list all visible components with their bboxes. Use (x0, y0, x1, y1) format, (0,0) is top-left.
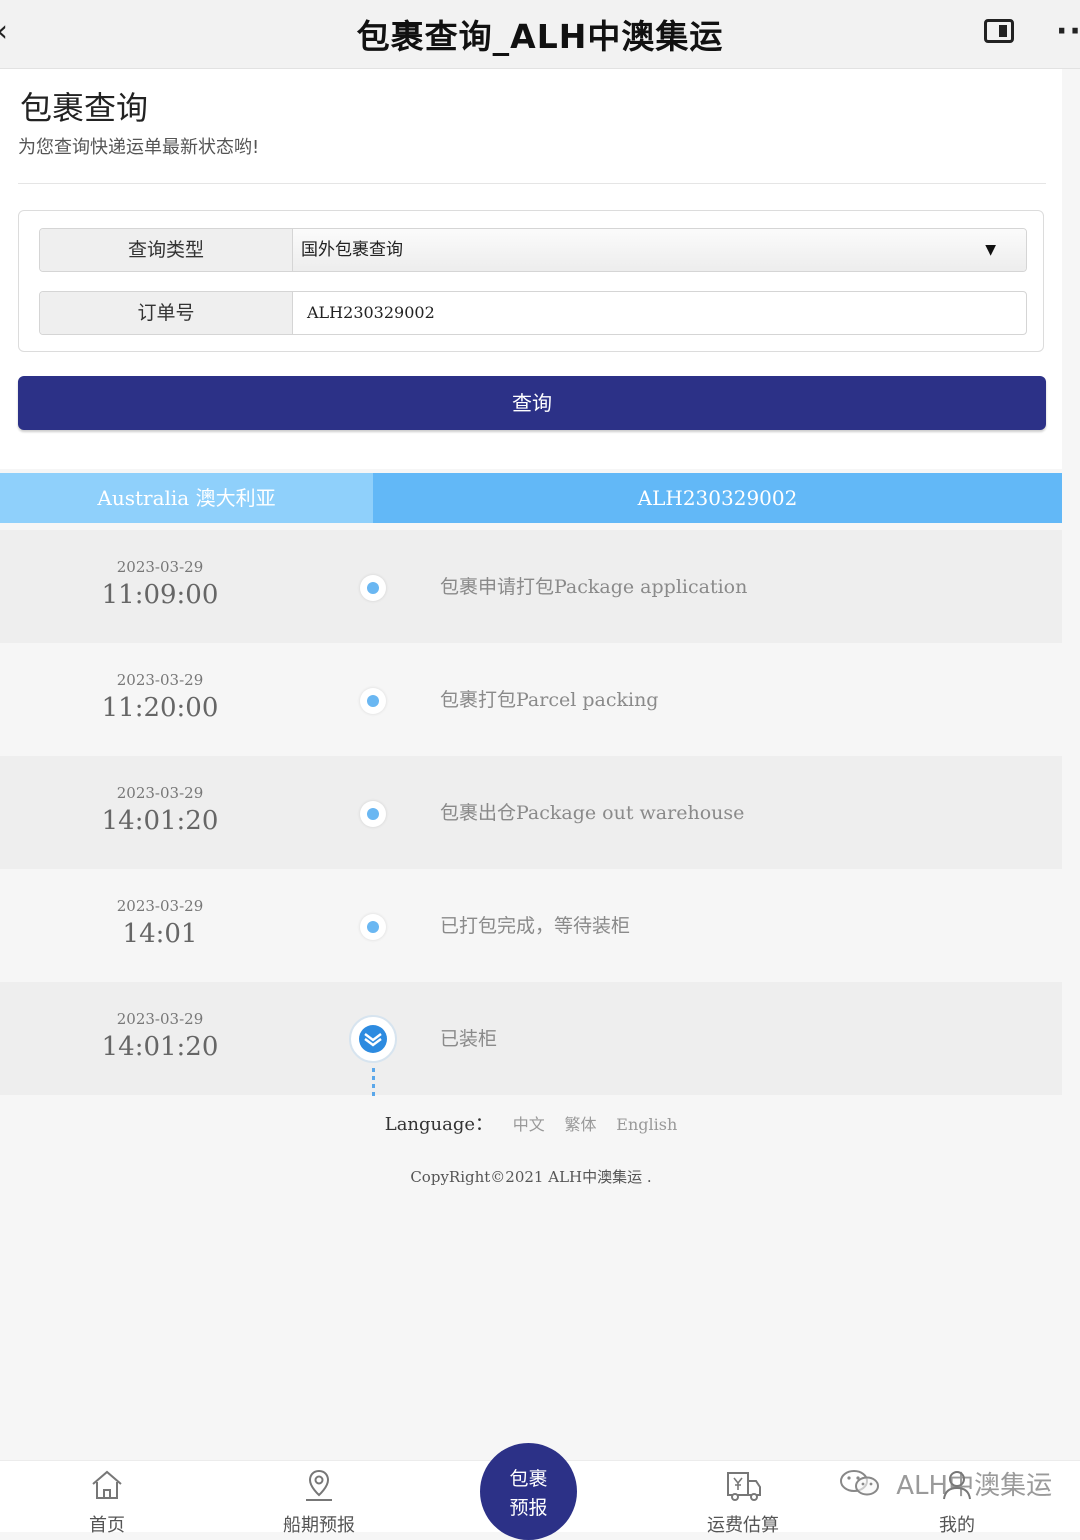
event-description: 包裹申请打包Package application (440, 576, 748, 598)
parcel-forecast-button[interactable]: 包裹 预报 (480, 1443, 577, 1540)
tab-freight[interactable]: 运费估算 (663, 1461, 823, 1536)
event-description: 已装柜 (440, 1028, 498, 1050)
event-time: 11:09:00 (101, 580, 219, 610)
dropdown-caret-icon: ▼ (985, 242, 996, 258)
timeline-event-latest: 2023-03-29 14:01:20 已装柜 (0, 982, 1062, 1095)
order-number-row: 订单号 ALH230329002 (39, 291, 1027, 335)
tracking-timeline: 2023-03-29 11:09:00 包裹申请打包Package applic… (0, 530, 1062, 1096)
query-type-label: 查询类型 (40, 229, 293, 271)
wechat-watermark: ALH中澳集运 (838, 1465, 1052, 1502)
language-option-en[interactable]: English (616, 1115, 677, 1134)
event-date: 2023-03-29 (116, 558, 204, 576)
timeline-event: 2023-03-29 11:20:00 包裹打包Parcel packing (0, 643, 1062, 756)
tab-mine-label: 我的 (939, 1515, 975, 1536)
event-time: 11:20:00 (101, 693, 219, 723)
divider (18, 183, 1046, 184)
query-form: 查询类型 国外包裹查询 ▼ 订单号 ALH230329002 (18, 210, 1044, 352)
timeline-event: 2023-03-29 14:01 已打包完成，等待装柜 (0, 869, 1062, 982)
tracking-number-tab[interactable]: ALH230329002 (373, 473, 1062, 523)
query-panel: 包裹查询 为您查询快递运单最新状态哟! 查询类型 国外包裹查询 ▼ 订单号 AL… (0, 69, 1062, 469)
page-subtitle: 为您查询快递运单最新状态哟! (18, 137, 260, 158)
wechat-icon (840, 1470, 879, 1496)
page-title: 包裹查询 (20, 89, 149, 127)
timeline-dot-icon (360, 801, 386, 827)
timeline-event: 2023-03-29 14:01:20 包裹出仓Package out ware… (0, 756, 1062, 869)
timeline-dot-icon (360, 688, 386, 714)
window-title: 包裹查询_ALH中澳集运 (356, 17, 724, 56)
order-number-label: 订单号 (40, 292, 293, 334)
tab-home[interactable]: 首页 (27, 1461, 187, 1536)
event-time: 14:01:20 (101, 1032, 219, 1062)
query-type-row: 查询类型 国外包裹查询 ▼ (39, 228, 1027, 272)
event-date: 2023-03-29 (116, 897, 204, 915)
timeline-dot-icon (360, 575, 386, 601)
event-time: 14:01 (122, 919, 198, 949)
query-button[interactable]: 查询 (18, 376, 1046, 430)
tab-schedule[interactable]: 船期预报 (239, 1461, 399, 1536)
latest-status-badge-icon (349, 1015, 397, 1063)
timeline-dot-icon (360, 914, 386, 940)
event-description: 已打包完成，等待装柜 (440, 915, 631, 937)
language-label: Language： (384, 1114, 494, 1135)
tab-home-label: 首页 (89, 1515, 125, 1536)
event-date: 2023-03-29 (116, 1010, 204, 1028)
parcel-forecast-line1: 包裹 (509, 1468, 548, 1490)
event-description: 包裹出仓Package out warehouse (440, 802, 745, 824)
home-icon (92, 1470, 122, 1499)
destination-country-tab[interactable]: Australia 澳大利亚 (0, 473, 373, 523)
minimize-window-icon[interactable] (984, 19, 1014, 43)
tracking-header: Australia 澳大利亚 ALH230329002 (0, 473, 1062, 523)
event-date: 2023-03-29 (116, 784, 204, 802)
parcel-forecast-line2: 预报 (509, 1497, 548, 1519)
timeline-event: 2023-03-29 11:09:00 包裹申请打包Package applic… (0, 530, 1062, 643)
watermark-text: ALH中澳集运 (896, 1471, 1053, 1501)
event-date: 2023-03-29 (116, 671, 204, 689)
more-icon[interactable]: ·· (1056, 14, 1080, 49)
language-option-zh[interactable]: 中文 (513, 1115, 545, 1134)
freight-calculator-icon (727, 1472, 761, 1501)
copyright: CopyRight©2021 ALH中澳集运 . (410, 1168, 652, 1186)
tab-schedule-label: 船期预报 (283, 1515, 355, 1536)
language-switcher: Language： 中文 繁体 English (0, 1110, 1062, 1136)
query-type-select[interactable]: 国外包裹查询 ▼ (293, 229, 1026, 271)
event-description: 包裹打包Parcel packing (440, 689, 659, 711)
query-type-value: 国外包裹查询 (301, 240, 403, 260)
order-number-input[interactable]: ALH230329002 (293, 292, 1026, 334)
tab-freight-label: 运费估算 (707, 1515, 779, 1536)
timeline-dotted-tail (372, 1068, 375, 1096)
language-option-zh-tw[interactable]: 繁体 (565, 1115, 597, 1134)
event-time: 14:01:20 (101, 806, 219, 836)
browser-top-bar: ‹ 包裹查询_ALH中澳集运 ·· (0, 0, 1080, 69)
location-pin-icon (306, 1469, 332, 1501)
